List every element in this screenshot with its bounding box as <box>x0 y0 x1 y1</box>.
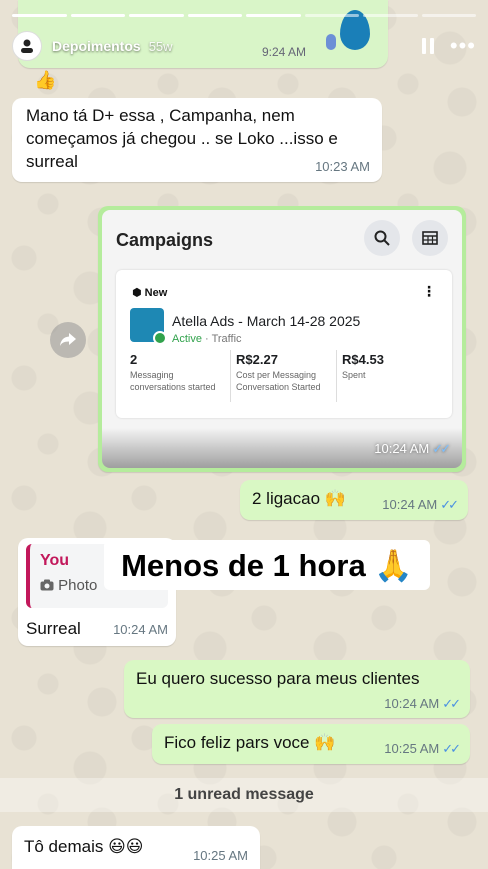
reaction-emoji[interactable]: 👍 <box>34 70 56 91</box>
message-time: 10:24 AM ✓✓ <box>374 441 451 457</box>
message-text: Surreal <box>26 619 81 638</box>
message-time: 10:25 AM ✓✓ <box>384 741 461 757</box>
ad-name: Atella Ads - March 14-28 2025 <box>172 313 361 329</box>
divider <box>336 350 337 402</box>
progress-segment <box>363 14 418 17</box>
progress-segment <box>70 14 125 17</box>
kebab-menu-icon: ⋮ <box>422 283 436 299</box>
read-ticks-icon: ✓✓ <box>432 441 451 457</box>
story-header: Depoimentos 55w ••• <box>12 30 476 62</box>
campaigns-screenshot[interactable]: Campaigns ⬢ New ⋮ Atella Ads - March 14-… <box>102 210 462 468</box>
progress-segment <box>421 14 476 17</box>
outgoing-message[interactable]: Fico feliz pars voce 🙌 10:25 AM ✓✓ <box>152 724 470 764</box>
stat-cost: R$2.27 Cost per Messaging Conversation St… <box>236 352 321 392</box>
table-icon <box>412 220 448 256</box>
progress-segment <box>129 14 184 17</box>
forward-icon[interactable] <box>50 322 86 358</box>
story-text-overlay: Menos de 1 hora 🙏 <box>104 540 430 590</box>
avatar[interactable] <box>12 31 42 61</box>
message-time: 10:25 AM <box>193 848 248 864</box>
progress-segment <box>187 14 242 17</box>
story-progress-bar <box>12 14 476 17</box>
pause-icon[interactable] <box>421 38 434 54</box>
story-timestamp: 55w <box>148 38 173 54</box>
ad-status: Active · Traffic <box>172 333 242 345</box>
stat-conversations: 2 Messaging conversations started <box>130 352 216 392</box>
progress-segment <box>304 14 359 17</box>
incoming-message[interactable]: Mano tá D+ essa , Campanha, nem começamo… <box>12 98 382 182</box>
incoming-message[interactable]: Tô demais 😃😃 10:25 AM <box>12 826 260 869</box>
outgoing-message[interactable]: 2 ligacao 🙌 10:24 AM ✓✓ <box>240 480 468 520</box>
message-time: 10:24 AM ✓✓ <box>384 696 461 712</box>
progress-segment <box>12 14 67 17</box>
image-message[interactable]: Campaigns ⬢ New ⋮ Atella Ads - March 14-… <box>98 206 466 472</box>
story-username[interactable]: Depoimentos <box>52 38 141 54</box>
message-time: 10:24 AM <box>113 622 168 637</box>
user-icon <box>21 39 33 53</box>
divider <box>230 350 231 402</box>
read-ticks-icon: ✓✓ <box>440 497 459 513</box>
message-time: 10:23 AM <box>315 159 370 175</box>
campaigns-title: Campaigns <box>116 230 214 250</box>
read-ticks-icon: ✓✓ <box>442 741 461 757</box>
more-options-icon[interactable]: ••• <box>450 35 476 57</box>
stat-spent: R$4.53 Spent <box>342 352 384 380</box>
campaign-card: ⬢ New ⋮ Atella Ads - March 14-28 2025 Ac… <box>116 270 452 418</box>
read-ticks-icon: ✓✓ <box>442 696 461 712</box>
camera-icon <box>40 579 54 591</box>
search-icon <box>364 220 400 256</box>
outgoing-message[interactable]: Eu quero sucesso para meus clientes 10:2… <box>124 660 470 718</box>
message-text: Fico feliz pars voce 🙌 <box>164 733 336 752</box>
message-text: Tô demais 😃😃 <box>24 837 144 856</box>
message-text: 2 ligacao 🙌 <box>252 489 346 508</box>
message-text: Eu quero sucesso para meus clientes <box>136 669 420 688</box>
unread-divider: 1 unread message <box>0 778 488 812</box>
message-time: 10:24 AM ✓✓ <box>382 497 459 513</box>
ad-thumbnail <box>130 308 167 345</box>
new-badge: ⬢ New <box>132 287 168 299</box>
progress-segment <box>246 14 301 17</box>
